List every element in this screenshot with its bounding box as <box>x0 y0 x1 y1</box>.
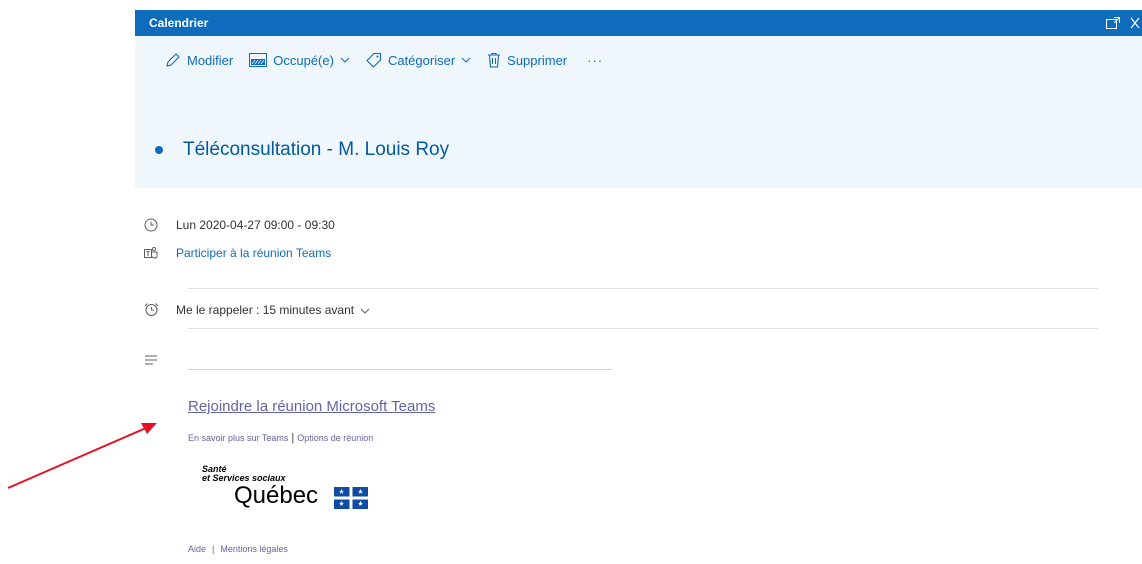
title-bar: Calendrier <box>135 10 1142 36</box>
pencil-icon <box>165 52 181 68</box>
notes-row <box>144 354 170 366</box>
event-datetime: Lun 2020-04-27 09:00 - 09:30 <box>176 218 335 232</box>
delete-button[interactable]: Supprimer <box>487 52 567 68</box>
window-title: Calendrier <box>149 16 209 30</box>
event-title-row: Téléconsultation - M. Louis Roy <box>155 139 449 161</box>
help-link[interactable]: Aide <box>188 544 206 554</box>
notes-icon <box>144 354 170 366</box>
alarm-clock-icon <box>144 302 170 317</box>
sante-quebec-logo: Santé et Services sociaux Québec <box>202 465 382 515</box>
footer-separator: | <box>212 544 215 554</box>
reminder-dropdown[interactable]: Me le rappeler : 15 minutes avant <box>176 303 370 317</box>
link-separator: | <box>291 432 295 444</box>
window-controls <box>1106 10 1142 36</box>
chevron-down-icon <box>461 57 471 63</box>
teams-sub-links: En savoir plus sur Teams | Options de ré… <box>188 432 373 444</box>
close-icon[interactable] <box>1130 17 1140 29</box>
edit-label: Modifier <box>187 52 234 68</box>
datetime-row: Lun 2020-04-27 09:00 - 09:30 <box>144 218 335 232</box>
teams-icon <box>144 246 170 260</box>
category-dot <box>155 146 163 154</box>
status-icon <box>249 53 268 67</box>
teams-row: Participer à la réunion Teams <box>144 246 331 260</box>
meeting-options-link[interactable]: Options de réunion <box>297 433 373 443</box>
chevron-down-icon <box>340 57 350 63</box>
categorize-label: Catégoriser <box>387 52 456 68</box>
tag-icon <box>366 52 382 68</box>
delete-label: Supprimer <box>507 52 568 68</box>
status-label: Occupé(e) <box>273 52 334 68</box>
clock-icon <box>144 218 170 232</box>
popout-icon[interactable] <box>1106 17 1120 29</box>
body-rule <box>188 369 612 370</box>
divider <box>188 328 1098 329</box>
join-teams-link[interactable]: Participer à la réunion Teams <box>176 246 331 260</box>
divider <box>188 288 1098 289</box>
categorize-dropdown[interactable]: Catégoriser <box>366 52 471 68</box>
learn-more-teams-link[interactable]: En savoir plus sur Teams <box>188 433 288 443</box>
logo-line3: Québec <box>234 482 319 509</box>
reminder-label: Me le rappeler : 15 minutes avant <box>176 302 355 317</box>
reminder-row: Me le rappeler : 15 minutes avant <box>144 302 370 317</box>
footer-links: Aide | Mentions légales <box>188 544 288 554</box>
chevron-down-icon <box>360 303 370 317</box>
trash-icon <box>487 52 501 68</box>
busy-status-dropdown[interactable]: Occupé(e) <box>249 53 350 68</box>
toolbar: Modifier Occupé(e) Catégoriser Supprimer… <box>165 48 603 72</box>
event-title: Téléconsultation - M. Louis Roy <box>183 139 450 160</box>
join-microsoft-teams-link[interactable]: Rejoindre la réunion Microsoft Teams <box>188 398 435 415</box>
event-header: Modifier Occupé(e) Catégoriser Supprimer… <box>135 36 1142 188</box>
more-options-button[interactable]: ··· <box>583 53 603 68</box>
legal-link[interactable]: Mentions légales <box>220 544 288 554</box>
quebec-flag-icon <box>334 487 368 514</box>
edit-button[interactable]: Modifier <box>165 52 233 68</box>
